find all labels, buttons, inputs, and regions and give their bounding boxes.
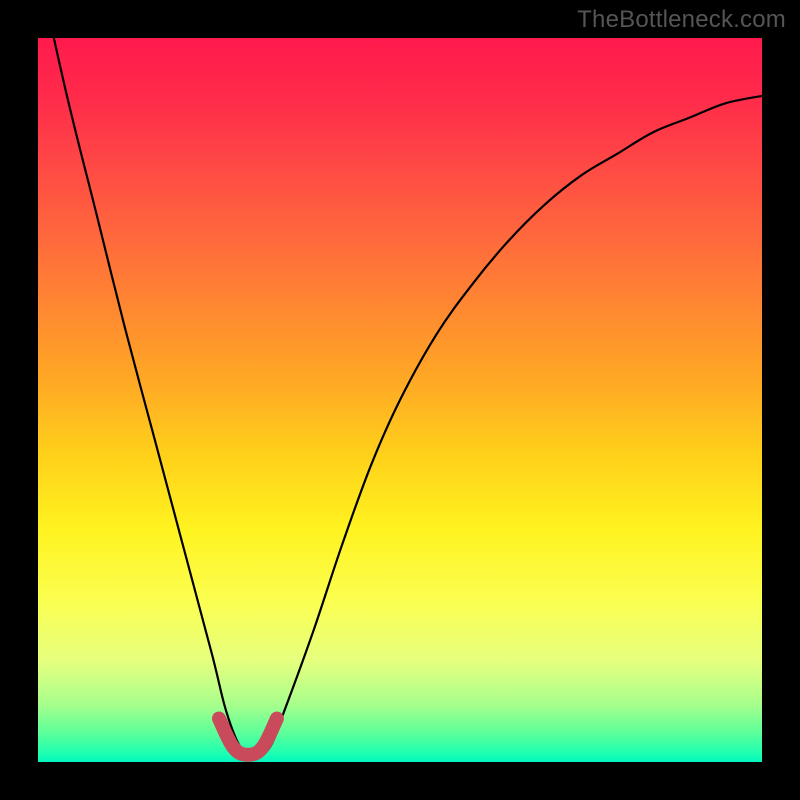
- plot-area: [38, 38, 762, 762]
- curve-layer: [38, 38, 762, 762]
- valley-highlight: [219, 719, 277, 755]
- chart-frame: TheBottleneck.com: [0, 0, 800, 800]
- watermark-text: TheBottleneck.com: [577, 6, 786, 34]
- bottleneck-curve: [38, 38, 762, 755]
